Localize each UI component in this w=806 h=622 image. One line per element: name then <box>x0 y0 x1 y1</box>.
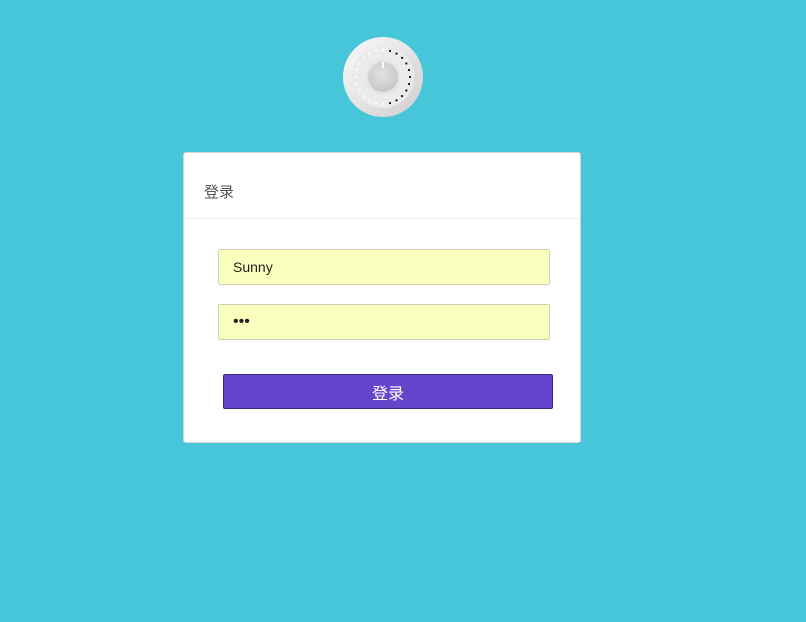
login-panel: 登录 登录 <box>183 152 581 443</box>
password-field[interactable] <box>218 304 550 340</box>
login-button[interactable]: 登录 <box>223 374 553 409</box>
panel-title: 登录 <box>184 153 580 219</box>
username-field[interactable] <box>218 249 550 285</box>
dial-lock-icon <box>343 37 423 117</box>
